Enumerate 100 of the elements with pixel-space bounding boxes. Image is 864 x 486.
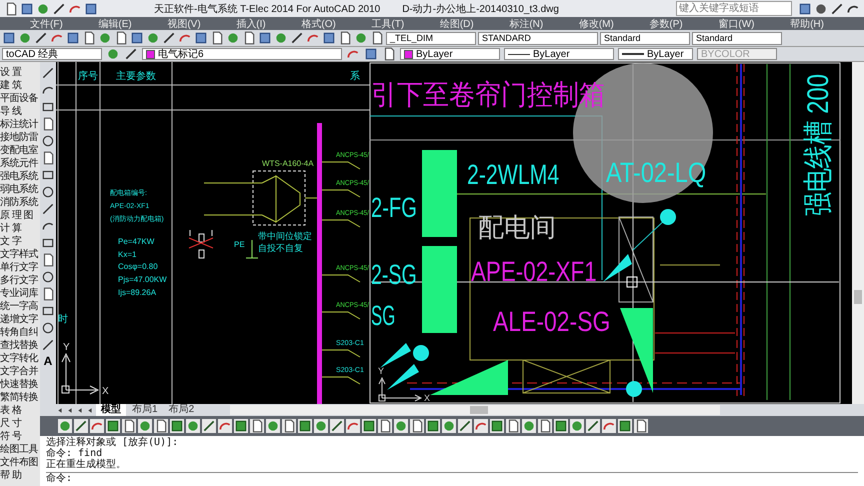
square-icon[interactable] [490,419,504,433]
menu-item[interactable]: 标注(N) [509,16,544,30]
line-icon[interactable] [41,338,55,352]
side-menu-item[interactable]: 转角自纠 [0,326,40,339]
side-menu-item[interactable]: 查找替换 [0,339,40,352]
side-menu-item[interactable]: 多行文字 [0,274,40,287]
square-icon[interactable] [170,419,184,433]
command-input[interactable]: 命令: [46,472,858,484]
square-icon[interactable] [41,304,55,318]
square-icon[interactable] [322,31,336,45]
scroll-thumb[interactable] [470,406,488,414]
lineweight-dropdown[interactable]: ByLayer [618,48,693,60]
line-icon[interactable] [34,31,48,45]
side-menu-item[interactable]: 建 筑 [0,79,40,92]
line-icon[interactable] [586,419,600,433]
side-menu-item[interactable]: 文字转化 [0,352,40,365]
color-dropdown[interactable]: ByLayer [400,48,500,60]
square-icon[interactable] [234,419,248,433]
side-menu-item[interactable]: 繁简转换 [0,391,40,404]
square-icon[interactable] [258,31,272,45]
square-icon[interactable] [364,47,378,61]
page-icon[interactable] [41,253,55,267]
line-icon[interactable] [41,66,55,80]
side-menu-item[interactable]: 文字样式 [0,248,40,261]
square-icon[interactable] [194,31,208,45]
side-menu-item[interactable]: 弱电系统 [0,183,40,196]
menu-item[interactable]: 帮助(H) [790,16,824,30]
line-icon[interactable] [458,419,472,433]
side-menu-item[interactable]: 设 置 [0,66,40,79]
square-icon[interactable] [298,419,312,433]
line-icon[interactable] [124,47,138,61]
square-icon[interactable] [554,419,568,433]
horizontal-scrollbar[interactable] [230,405,720,415]
side-menu-item[interactable]: 强电系统 [0,170,40,183]
vertical-scrollbar[interactable] [852,62,864,404]
side-menu-item[interactable]: 文字合并 [0,365,40,378]
side-menu-item[interactable]: 递增文字 [0,313,40,326]
layer-dropdown[interactable]: 电气标记6 [142,48,342,60]
circle-icon[interactable] [41,185,55,199]
side-menu-item[interactable]: 统一字高 [0,300,40,313]
square-icon[interactable] [41,100,55,114]
menu-item[interactable]: 文件(F) [30,16,63,30]
page-icon[interactable] [122,419,136,433]
side-menu-item[interactable]: 尺 寸 [0,417,40,430]
scroll-thumb[interactable] [854,290,862,304]
page-icon[interactable] [41,117,55,131]
square-icon[interactable] [618,419,632,433]
text-tool[interactable]: A [44,355,52,368]
side-menu-item[interactable]: 表 格 [0,404,40,417]
menu-item[interactable]: 编辑(E) [98,16,132,30]
page-icon[interactable] [41,151,55,165]
page-icon[interactable] [154,419,168,433]
page-icon[interactable] [282,419,296,433]
square-icon[interactable] [84,2,98,16]
side-menu-item[interactable]: 系统元件 [0,157,40,170]
line-icon[interactable] [52,2,66,16]
page-icon[interactable] [410,419,424,433]
square-icon[interactable] [2,31,16,45]
side-menu-item[interactable]: 接地防雷 [0,131,40,144]
page-icon[interactable] [506,419,520,433]
menu-item[interactable]: 格式(O) [301,16,336,30]
page-icon[interactable] [378,419,392,433]
square-icon[interactable] [130,31,144,45]
circle-icon[interactable] [814,2,828,16]
side-menu-item[interactable]: 平面设备 [0,92,40,105]
layout-tab[interactable]: 布局2 [164,404,200,416]
square-icon[interactable] [426,419,440,433]
multileader-style-dropdown[interactable]: Standard [692,32,782,44]
square-icon[interactable] [106,419,120,433]
page-icon[interactable] [250,419,264,433]
line-icon[interactable] [74,419,88,433]
menu-item[interactable]: 绘图(D) [440,16,474,30]
table-style-dropdown[interactable]: Standard [600,32,690,44]
menu-item[interactable]: 参数(P) [649,16,683,30]
menu-item[interactable]: 修改(M) [578,16,614,30]
side-menu-item[interactable]: 计 算 [0,222,40,235]
text-style-dropdown[interactable]: _TEL_DIM [386,32,476,44]
line-icon[interactable] [202,419,216,433]
square-icon[interactable] [798,2,812,16]
linetype-dropdown[interactable]: ByLayer [504,48,614,60]
side-menu-item[interactable]: 消防系统 [0,196,40,209]
line-icon[interactable] [290,31,304,45]
square-icon[interactable] [41,236,55,250]
page-icon[interactable] [41,287,55,301]
menu-item[interactable]: 工具(T) [371,16,404,30]
side-menu-item[interactable]: 标注统计 [0,118,40,131]
side-menu-item[interactable]: 帮 助 [0,469,40,482]
side-menu-item[interactable]: 专业词库 [0,287,40,300]
line-icon[interactable] [330,419,344,433]
menu-item[interactable]: 插入(I) [236,16,266,30]
circle-icon[interactable] [41,134,55,148]
menu-item[interactable]: 窗口(W) [718,16,754,30]
menu-item[interactable]: 视图(V) [167,16,201,30]
square-icon[interactable] [362,419,376,433]
dim-style-dropdown[interactable]: STANDARD [478,32,598,44]
line-icon[interactable] [41,202,55,216]
search-field[interactable]: 键入关键字或短语 [676,1,792,16]
circle-icon[interactable] [41,321,55,335]
side-menu-item[interactable]: 文 字 [0,235,40,248]
side-menu-item[interactable]: 原 理 图 [0,209,40,222]
